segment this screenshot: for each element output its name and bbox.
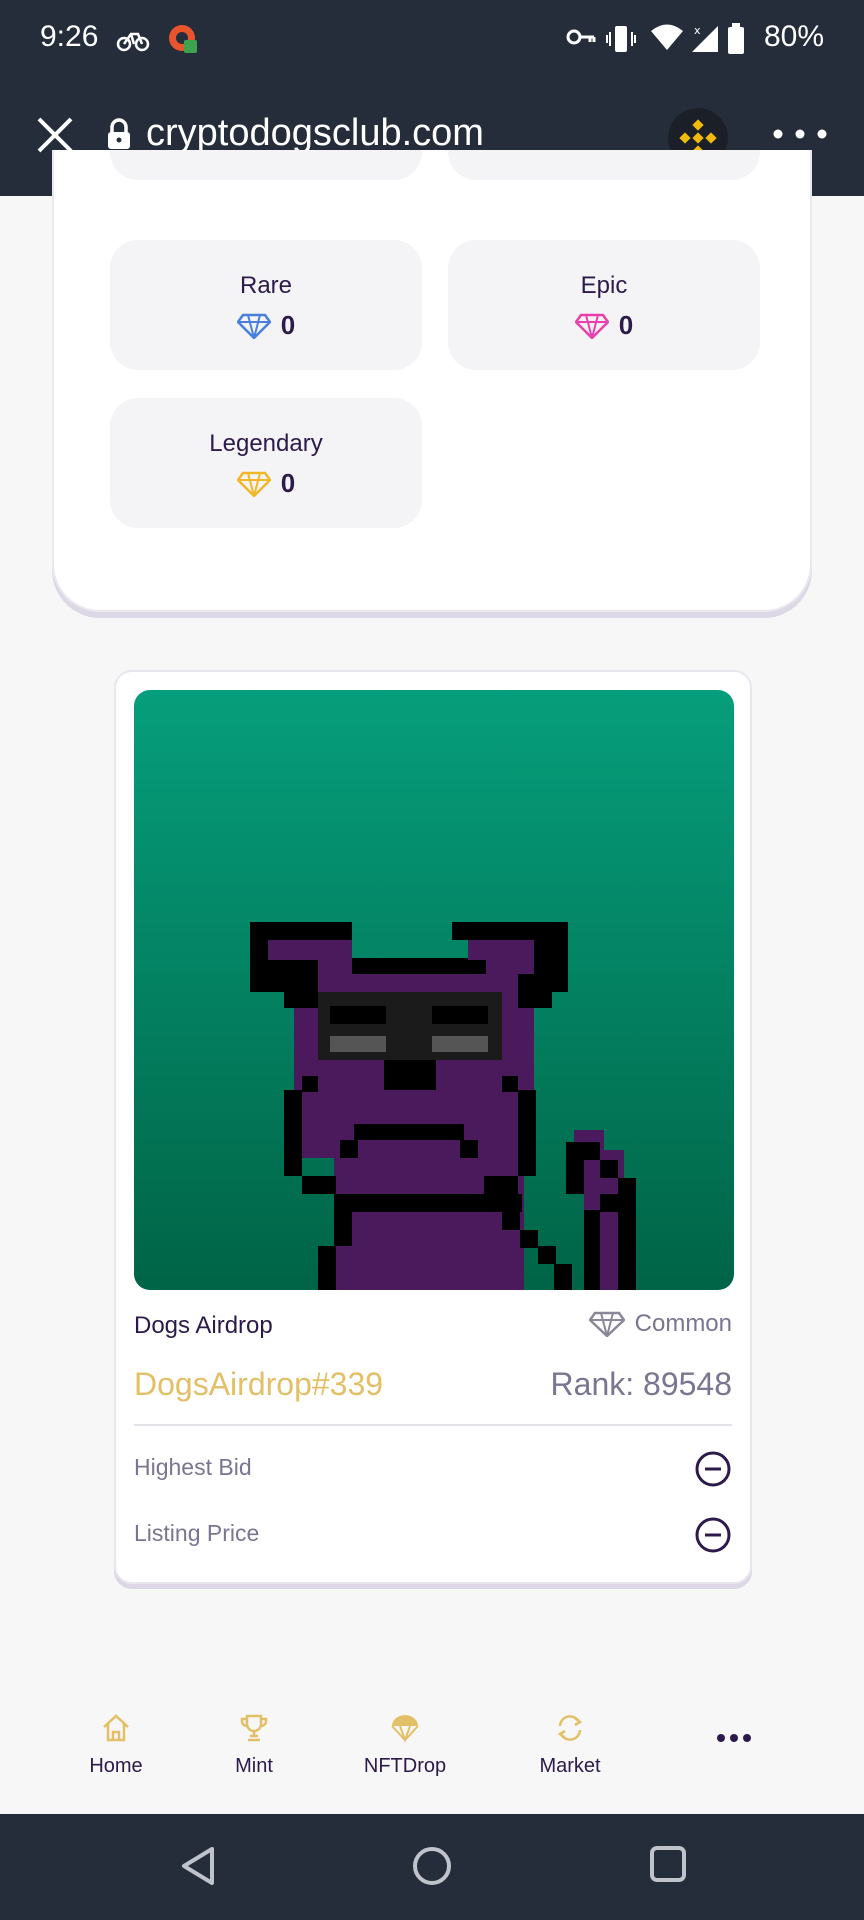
nft-card[interactable]: Dogs Airdrop Common DogsAirdrop#339 Rank… [114, 670, 752, 1584]
more-options-icon[interactable] [770, 122, 830, 146]
battery-percent: 80% [763, 20, 824, 53]
home-icon [103, 1714, 129, 1742]
divider [134, 1424, 732, 1426]
app-notification-icon [169, 25, 197, 53]
rarity-tile-partial [110, 150, 422, 180]
swap-icon [557, 1715, 583, 1741]
trophy-icon [240, 1714, 268, 1742]
rarity-count: 0 [618, 310, 634, 340]
token-name: DogsAirdrop#339 [134, 1366, 384, 1402]
highest-bid-label: Highest Bid [134, 1454, 252, 1480]
minus-circle-icon [695, 1451, 731, 1487]
minus-circle-icon [695, 1517, 731, 1553]
rarity-tile-epic: Epic 0 [448, 240, 760, 370]
rank-value: Rank: 89548 [550, 1366, 732, 1402]
rarity-tile-rare: Rare 0 [110, 240, 422, 370]
back-icon[interactable] [178, 1844, 218, 1888]
diamond-icon [588, 1311, 625, 1337]
pixel-dog-image [250, 922, 636, 1290]
url-text[interactable]: cryptodogsclub.com [146, 112, 484, 155]
rarity-text: Common [634, 1310, 732, 1337]
svg-text:x: x [694, 24, 701, 37]
bottom-nav: Home Mint NFTDrop Market [0, 1690, 864, 1814]
nav-label: Home [89, 1755, 143, 1777]
system-nav-bar [0, 1814, 864, 1920]
rarity-tile-partial [448, 150, 760, 180]
rarity-summary-card: Rare 0 Epic 0 Legendary 0 [52, 150, 812, 612]
bike-notification-icon [116, 32, 150, 52]
close-icon[interactable] [36, 116, 74, 154]
nav-label: Mint [235, 1755, 273, 1777]
vibrate-icon [606, 26, 636, 52]
rarity-count: 0 [280, 310, 296, 340]
rarity-tile-legendary: Legendary 0 [110, 398, 422, 528]
more-dots-icon[interactable] [716, 1732, 752, 1744]
nav-home[interactable]: Home [82, 1712, 150, 1778]
nav-label: Market [539, 1755, 601, 1777]
wifi-icon [651, 24, 683, 50]
status-time: 9:26 [40, 20, 99, 53]
listing-price-label: Listing Price [134, 1520, 260, 1546]
rarity-tag: Common [588, 1310, 732, 1338]
highest-bid-row: Highest Bid [134, 1448, 732, 1498]
listing-price-row: Listing Price [134, 1514, 732, 1564]
lock-icon [108, 118, 130, 149]
nft-image[interactable] [134, 690, 734, 1290]
diamond-icon [236, 471, 271, 497]
nav-nftdrop[interactable]: NFTDrop [360, 1712, 450, 1778]
nav-mint[interactable]: Mint [228, 1712, 280, 1778]
rarity-label: Legendary [209, 430, 323, 457]
vpn-key-icon [566, 29, 596, 45]
nav-label: NFTDrop [363, 1755, 447, 1777]
collection-name: Dogs Airdrop [134, 1312, 273, 1339]
cell-signal-icon: x [692, 24, 718, 52]
rarity-label: Epic [580, 272, 628, 299]
home-circle-icon[interactable] [410, 1844, 454, 1888]
recents-icon[interactable] [648, 1844, 688, 1884]
battery-icon [728, 23, 744, 54]
rarity-label: Rare [239, 272, 293, 299]
rarity-count: 0 [280, 468, 296, 498]
status-bar: 9:26 x 80% [0, 0, 864, 80]
diamond-icon [574, 313, 609, 339]
parachute-icon [391, 1715, 419, 1743]
nav-market[interactable]: Market [534, 1712, 606, 1778]
diamond-icon [236, 313, 271, 339]
